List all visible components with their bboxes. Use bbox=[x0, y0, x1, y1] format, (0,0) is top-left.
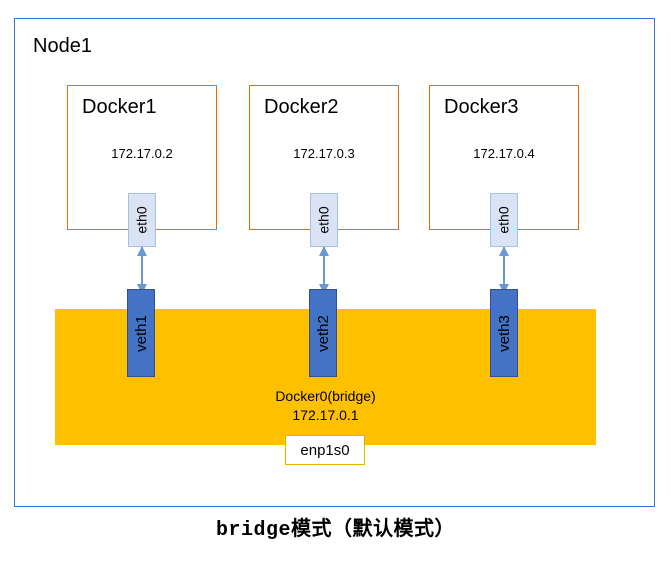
bridge-box: veth1 veth2 veth3 Docker0(bridge) 172.17… bbox=[55, 309, 596, 445]
veth2-label: veth2 bbox=[315, 315, 332, 352]
docker2-container: Docker2 172.17.0.3 eth0 bbox=[249, 85, 399, 230]
docker2-ip: 172.17.0.3 bbox=[250, 146, 398, 161]
arrow-head-icon bbox=[137, 246, 147, 256]
node-container: Node1 Docker1 172.17.0.2 eth0 Docker2 17… bbox=[14, 18, 655, 507]
docker2-eth0-label: eth0 bbox=[316, 206, 332, 233]
veth3-box: veth3 bbox=[490, 289, 518, 377]
phys-iface-label: enp1s0 bbox=[300, 442, 349, 459]
bridge-name: Docker0(bridge) bbox=[275, 388, 375, 404]
node-label: Node1 bbox=[33, 35, 92, 58]
docker3-ip: 172.17.0.4 bbox=[430, 146, 578, 161]
docker3-eth0: eth0 bbox=[490, 193, 518, 247]
phys-iface-box: enp1s0 bbox=[285, 435, 365, 465]
link-arrow-2 bbox=[323, 247, 325, 293]
diagram-caption: bridge模式（默认模式） bbox=[0, 512, 671, 542]
docker2-eth0: eth0 bbox=[310, 193, 338, 247]
bridge-label: Docker0(bridge) 172.17.0.1 bbox=[55, 387, 596, 425]
docker3-container: Docker3 172.17.0.4 eth0 bbox=[429, 85, 579, 230]
docker1-label: Docker1 bbox=[82, 96, 156, 119]
docker1-eth0-label: eth0 bbox=[134, 206, 150, 233]
arrow-head-icon bbox=[319, 246, 329, 256]
docker1-ip: 172.17.0.2 bbox=[68, 146, 216, 161]
diagram-canvas: Node1 Docker1 172.17.0.2 eth0 Docker2 17… bbox=[0, 0, 671, 563]
docker2-label: Docker2 bbox=[264, 96, 338, 119]
link-arrow-1 bbox=[141, 247, 143, 293]
docker1-container: Docker1 172.17.0.2 eth0 bbox=[67, 85, 217, 230]
docker3-eth0-label: eth0 bbox=[496, 206, 512, 233]
veth2-box: veth2 bbox=[309, 289, 337, 377]
link-arrow-3 bbox=[503, 247, 505, 293]
arrow-head-icon bbox=[499, 246, 509, 256]
bridge-ip: 172.17.0.1 bbox=[292, 407, 358, 423]
veth1-label: veth1 bbox=[133, 315, 150, 352]
veth1-box: veth1 bbox=[127, 289, 155, 377]
docker1-eth0: eth0 bbox=[128, 193, 156, 247]
veth3-label: veth3 bbox=[496, 315, 513, 352]
docker3-label: Docker3 bbox=[444, 96, 518, 119]
